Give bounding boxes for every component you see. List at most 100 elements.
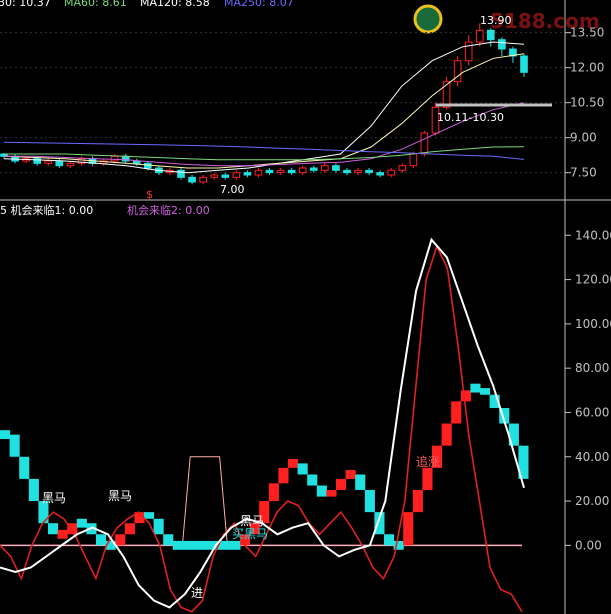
step-bar (96, 534, 107, 546)
step-bar (48, 523, 59, 535)
signal-label: 进 (191, 586, 203, 600)
candle-body (442, 81, 451, 108)
stock-chart: 30: 10.37 MA60: 8.61 MA120: 8.58 MA250: … (0, 0, 611, 614)
step-bar (470, 383, 481, 393)
candle-body (44, 160, 53, 164)
step-bar (278, 467, 289, 484)
candle-body (199, 176, 207, 183)
signal-marker: $ (146, 188, 153, 201)
ma-header-item: MA120: 8.58 (140, 0, 210, 9)
step-bar (28, 478, 39, 502)
candle-body (265, 169, 274, 174)
candle-body (110, 155, 119, 162)
step-bar (297, 463, 308, 475)
pulse-line (181, 456, 228, 546)
indicator-tick-label: 20.00 (575, 494, 609, 508)
step-bar (19, 456, 30, 479)
candle-body (520, 55, 528, 73)
indicator-tick-label: 40.00 (575, 450, 609, 464)
step-bar (9, 434, 20, 457)
signal-label: 买黑马 (232, 527, 268, 541)
step-bar (201, 540, 212, 550)
candle-body (354, 169, 362, 174)
step-bar (124, 523, 135, 535)
indicator-label-1: 5 机会来临1: 0.00 (0, 203, 93, 217)
step-bar (163, 534, 174, 546)
candle-body (276, 169, 285, 174)
step-bar (422, 467, 433, 490)
ma-header-item: MA60: 8.61 (64, 0, 127, 9)
step-bar (336, 478, 347, 490)
candle-body (243, 172, 252, 176)
candle-body (298, 167, 307, 174)
candle-body (321, 165, 329, 171)
ma-header-item: 30: 10.37 (0, 0, 51, 9)
price-tick-label: 7.50 (570, 166, 597, 180)
step-bar (220, 540, 231, 550)
step-bar (441, 423, 452, 446)
indicator-label-2: 机会来临2: 0.00 (127, 203, 210, 217)
step-bar (307, 474, 318, 486)
step-bar (76, 518, 87, 528)
indicator-tick-label: 100.00 (575, 317, 611, 331)
indicator-tick-label: 120.00 (575, 273, 611, 287)
candle-body (254, 169, 263, 176)
ma-header: 30: 10.37 MA60: 8.61 MA120: 8.58 MA250: … (0, 0, 294, 9)
candle-body (332, 165, 340, 171)
step-bar (115, 534, 126, 546)
candle-body (365, 169, 373, 174)
candle-body (376, 172, 384, 176)
step-bar (288, 458, 299, 468)
step-bar (326, 489, 337, 497)
candle-body (221, 174, 230, 178)
indicator-tick-label: 140.00 (575, 228, 611, 242)
range-label: 10.11-10.30 (437, 111, 504, 124)
step-bar (230, 540, 241, 550)
indicator-tick-label: 60.00 (575, 405, 609, 419)
step-bar (57, 529, 68, 539)
indicator-tick-label: 80.00 (575, 361, 609, 375)
candle-body (498, 39, 506, 50)
candle-body (398, 165, 407, 171)
low-price-label: 7.00 (220, 183, 245, 196)
price-tick-label: 9.00 (570, 131, 597, 145)
candle-body (409, 153, 418, 167)
candle-body (287, 169, 296, 174)
step-bar (384, 534, 395, 546)
candle-body (475, 29, 484, 43)
price-tick-label: 12.00 (570, 61, 604, 75)
high-price-label: 13.90 (480, 14, 512, 27)
step-bar (153, 518, 164, 535)
candle-body (188, 176, 196, 183)
candle-body (210, 174, 219, 178)
step-bar (364, 489, 375, 513)
candle-body (486, 29, 495, 41)
signal-label: 黑马 (42, 491, 66, 505)
candle-body (132, 160, 141, 164)
indicator-tick-label: 0.00 (575, 538, 602, 552)
candle-body (464, 41, 473, 62)
step-bar (403, 512, 414, 546)
watermark-logo-icon (413, 4, 443, 34)
indicator-panel (0, 237, 529, 613)
candle-body (343, 169, 351, 174)
step-bar (480, 388, 491, 395)
step-bar (451, 401, 462, 424)
price-tick-label: 13.50 (570, 26, 604, 40)
step-bar (268, 483, 279, 502)
signal-label: 黑马 (240, 514, 264, 528)
step-bar (412, 489, 423, 513)
step-bar (144, 512, 155, 519)
signal-label: 黑马 (108, 489, 132, 503)
candle-body (55, 160, 64, 167)
step-bar (192, 540, 203, 550)
signal-label: 追涨 (416, 454, 440, 469)
step-bar (355, 474, 366, 490)
candle-body (232, 172, 241, 178)
step-bar (182, 540, 193, 550)
ma-header-item: MA250: 8.07 (224, 0, 294, 9)
candle-body (420, 132, 429, 155)
candle-body (177, 169, 185, 178)
price-axis: 7.50 9.00 10.50 12.00 13.50 (565, 26, 604, 180)
candle-body (387, 169, 396, 176)
